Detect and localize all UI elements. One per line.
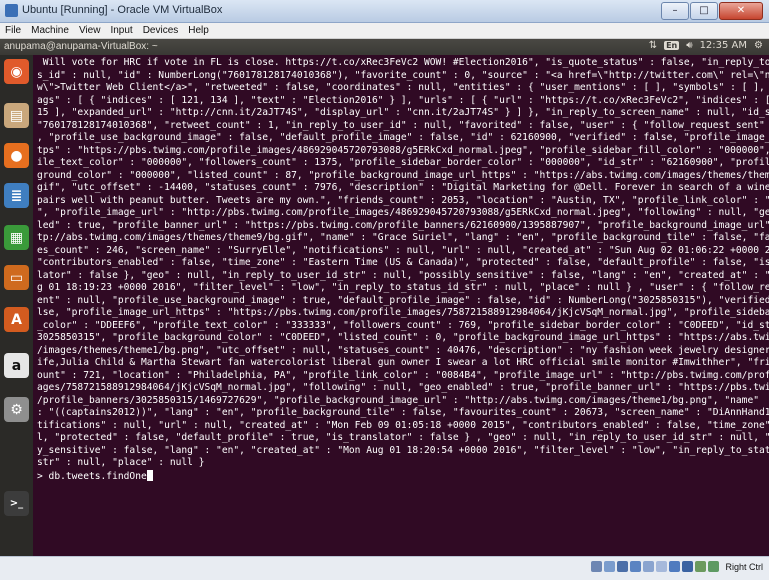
menu-view[interactable]: View [74, 23, 106, 38]
display-icon[interactable] [669, 561, 681, 572]
usb-icon[interactable] [643, 561, 655, 572]
terminal-line: 15 ], "expanded_url" : "http://cnn.it/2a… [37, 107, 769, 118]
optical-drive-icon[interactable] [604, 561, 616, 572]
terminal-line: l, "protected" : false, "default_profile… [37, 432, 769, 443]
terminal-line: ground_color" : "000000", "listed_count"… [37, 169, 769, 181]
menu-file[interactable]: File [0, 23, 26, 38]
volume-icon[interactable]: 🔊︎ [686, 40, 692, 51]
ubuntu-dash-icon[interactable]: ◉ [4, 59, 29, 84]
terminal-line: pairs well with peanut butter. Tweets ar… [37, 194, 769, 206]
terminal-line: ile_text_color" : "000000", "followers_c… [37, 157, 769, 168]
terminal-line: /images/themes/theme1/bg.png", "utc_offs… [37, 344, 769, 356]
terminal-line: g 01 18:19:23 +0000 2016", "filter_level… [37, 282, 769, 293]
terminal-line: gif", "utc_offset" : -14400, "statuses_c… [37, 182, 769, 193]
host-key-label: Right Ctrl [725, 561, 763, 572]
terminal-line: _color" : "DDEEF6", "profile_text_color"… [37, 319, 769, 331]
shared-folders-icon[interactable] [656, 561, 668, 572]
window-controls: – □ ✕ [660, 2, 763, 20]
calc-icon[interactable]: ▦ [4, 225, 29, 250]
software-center-icon[interactable]: A [4, 307, 29, 332]
terminal-line: es_count" : 246, "screen_name" : "SurryE… [37, 244, 769, 256]
minimize-button[interactable]: – [661, 2, 689, 20]
menu-machine[interactable]: Machine [26, 23, 74, 38]
clock[interactable]: 12:35 AM [700, 40, 747, 51]
status-icons: Right Ctrl [591, 561, 763, 572]
text-cursor [146, 469, 153, 481]
mongo-shell-prompt[interactable]: > db.tweets.findOne [37, 471, 147, 482]
terminal-line: "760178128174010368", "retweet_count" : … [37, 119, 769, 131]
terminal-line: "contributors_enabled" : false, "time_zo… [37, 257, 769, 268]
mouse-integration-icon[interactable] [695, 561, 707, 572]
terminal-line: /profile_banners/3025850315/1469727629",… [37, 394, 759, 406]
terminal-line: w\">Twitter Web Client</a>", "retweeted"… [37, 82, 769, 93]
terminal-line: ags" : [ { "indices" : [ 121, 134 ], "te… [37, 94, 769, 106]
terminal-line: lse, "profile_image_url_https" : "https:… [37, 307, 769, 318]
audio-icon[interactable] [617, 561, 629, 572]
files-icon[interactable]: ▤ [4, 103, 29, 128]
impress-icon[interactable]: ▭ [4, 265, 29, 290]
terminal-line: tifications" : null, "url" : null, "crea… [37, 419, 769, 431]
terminal-output[interactable]: Will vote for HRC if vote in FL is close… [33, 55, 769, 556]
virtualbox-menu-bar: File Machine View Input Devices Help [0, 23, 769, 39]
terminal-line: : "((captains2012))", "lang" : "en", "pr… [37, 407, 769, 418]
terminal-line: Will vote for HRC if vote in FL is close… [37, 57, 769, 68]
terminal-line: , "profile_use_background_image" : false… [37, 132, 769, 143]
ubuntu-launcher: ◉ ▤ ● ≣ ▦ ▭ Aa ⚙ >_ [0, 55, 33, 556]
video-capture-icon[interactable] [682, 561, 694, 572]
terminal-line: 3025850315", "profile_background_color" … [37, 332, 769, 343]
terminal-line: s_id" : null, "id" : NumberLong("7601781… [37, 69, 769, 81]
system-settings-icon[interactable]: ⚙ [754, 40, 763, 51]
terminal-line: ife,Julia Child & Martha Stewart fan wat… [37, 357, 769, 368]
terminal-line: str" : null, "place" : null } [37, 457, 205, 468]
window-title: Ubuntu [Running] - Oracle VM VirtualBox [22, 4, 223, 16]
terminal-line: tp://abs.twimg.com/images/themes/theme9/… [37, 232, 769, 243]
network-icon[interactable]: ⇅ [649, 40, 657, 51]
firefox-icon[interactable]: ● [4, 143, 29, 168]
network-adapter-icon[interactable] [630, 561, 642, 572]
virtualbox-status-bar: Right Ctrl [0, 556, 769, 580]
amazon-icon[interactable]: a [4, 353, 29, 378]
cpu-icon[interactable] [708, 561, 720, 572]
close-button[interactable]: ✕ [719, 2, 763, 20]
terminal-line: ent" : null, "profile_use_background_ima… [37, 294, 769, 306]
terminal-line: ", "profile_image_url" : "http://pbs.twi… [37, 207, 769, 218]
terminal-line: tps" : "https://pbs.twimg.com/profile_im… [37, 144, 769, 156]
terminal-line: led" : true, "profile_banner_url" : "htt… [37, 219, 769, 231]
settings-icon[interactable]: ⚙ [4, 397, 29, 422]
virtualbox-logo-icon [5, 4, 18, 17]
virtualbox-title-bar: Ubuntu [Running] - Oracle VM VirtualBox … [0, 0, 769, 23]
writer-icon[interactable]: ≣ [4, 183, 29, 208]
hard-disk-icon[interactable] [591, 561, 603, 572]
terminal-line: lator" : false }, "geo" : null, "in_repl… [37, 269, 769, 281]
terminal-icon[interactable]: >_ [4, 491, 29, 516]
ubuntu-top-panel: anupama@anupama-VirtualBox: ~ ⇅ En 🔊︎ 12… [0, 39, 769, 55]
menu-help[interactable]: Help [183, 23, 214, 38]
terminal-line: ount" : 721, "location" : "Philadelphia,… [37, 369, 769, 381]
terminal-line: ages/758721588912984064/jKjcVSqM_normal.… [37, 382, 769, 393]
terminal-window-title: anupama@anupama-VirtualBox: ~ [4, 41, 158, 52]
terminal-line: y_sensitive" : false, "lang" : "en", "cr… [37, 444, 769, 456]
terminal-text: Will vote for HRC if vote in FL is close… [33, 55, 769, 483]
keyboard-layout-indicator[interactable]: En [664, 41, 680, 50]
menu-devices[interactable]: Devices [138, 23, 184, 38]
maximize-button[interactable]: □ [690, 2, 718, 20]
panel-indicators: ⇅ En 🔊︎ 12:35 AM ⚙ [649, 40, 763, 51]
menu-input[interactable]: Input [105, 23, 137, 38]
